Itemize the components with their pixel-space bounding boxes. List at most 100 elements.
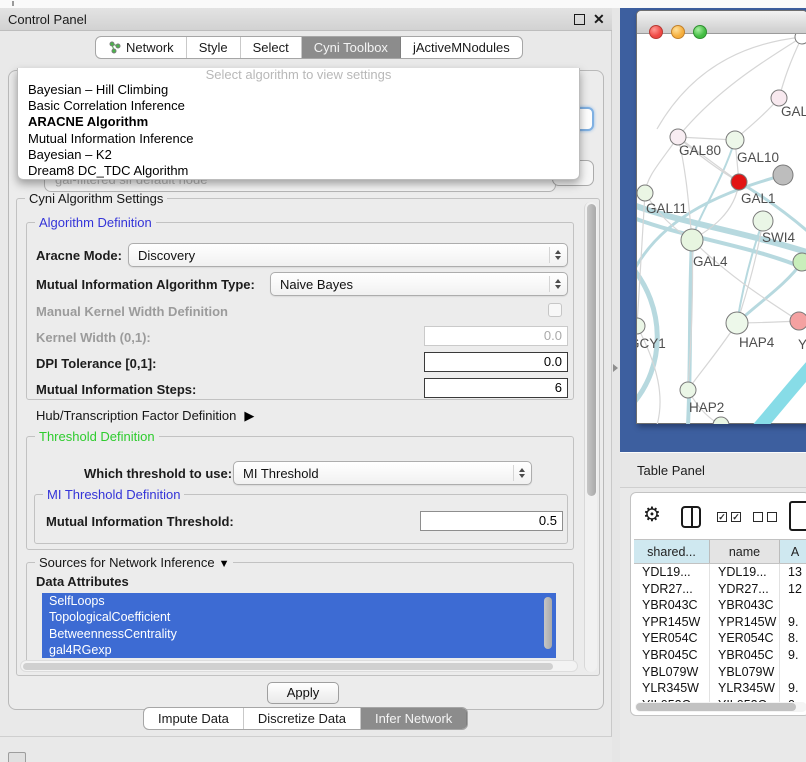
- which-threshold-combo[interactable]: MI Threshold: [233, 461, 532, 485]
- top-tick: [12, 1, 14, 6]
- node-label: HAP2: [689, 400, 724, 415]
- attribute-item-selected[interactable]: SelfLoops: [42, 593, 556, 609]
- network-node-gal4[interactable]: [681, 229, 703, 251]
- tab-style[interactable]: Style: [187, 37, 241, 58]
- tab-infer-network[interactable]: Infer Network: [361, 708, 467, 729]
- algorithm-option-selected[interactable]: ARACNE Algorithm: [18, 114, 579, 130]
- tab-select[interactable]: Select: [241, 37, 302, 58]
- node-label: GAL80: [679, 143, 721, 158]
- network-window-titlebar[interactable]: [637, 11, 806, 34]
- attribute-item-selected[interactable]: TopologicalCoefficient: [42, 609, 556, 625]
- table-row[interactable]: YDL19...YDL19...13: [634, 564, 806, 581]
- aracne-mode-label: Aracne Mode:: [36, 248, 122, 263]
- settings-hscrollbar-thumb[interactable]: [23, 663, 553, 670]
- data-attributes-label: Data Attributes: [36, 574, 129, 589]
- table-row[interactable]: YBR045CYBR045C9.: [634, 647, 806, 664]
- algorithm-option[interactable]: Mutual Information Inference: [18, 131, 579, 147]
- algorithm-option[interactable]: Bayesian – K2: [18, 147, 579, 163]
- control-panel-title: Control Panel: [8, 12, 87, 27]
- split-divider[interactable]: [612, 8, 620, 762]
- tab-jactivemnodules[interactable]: jActiveMNodules: [401, 37, 522, 58]
- node-label: SWI4: [762, 230, 795, 245]
- algorithm-option[interactable]: Basic Correlation Inference: [18, 98, 579, 114]
- algorithm-option[interactable]: Dream8 DC_TDC Algorithm: [18, 163, 579, 179]
- network-node-swi4[interactable]: [753, 211, 773, 231]
- network-node-gal11[interactable]: [637, 185, 653, 201]
- table-hscrollbar-thumb[interactable]: [636, 703, 796, 711]
- mi-algorithm-type-combo[interactable]: Naive Bayes: [270, 272, 568, 296]
- attribute-item-selected[interactable]: gal4RGexp: [42, 642, 556, 658]
- float-window-icon[interactable]: [574, 14, 585, 25]
- network-canvas[interactable]: GAL GAL80 GAL10 GAL1 GAL11 GAL4 SWI4 GCY…: [637, 34, 806, 424]
- column-header-shared-name[interactable]: shared...: [634, 540, 710, 563]
- application-root: Control Panel ✕ Network Style Select Cyn…: [0, 0, 806, 762]
- deselect-all-checkbox-icon[interactable]: [753, 512, 763, 522]
- gear-icon[interactable]: ⚙: [643, 505, 661, 525]
- tab-impute-data[interactable]: Impute Data: [144, 708, 244, 729]
- network-node-hap2[interactable]: [680, 382, 696, 398]
- algorithm-dropdown-popup: Select algorithm to view settings Bayesi…: [17, 68, 580, 180]
- table-row[interactable]: YDR27...YDR27...12: [634, 581, 806, 598]
- stepper-arrows-icon: [549, 247, 565, 263]
- algorithm-option[interactable]: Bayesian – Hill Climbing: [18, 82, 579, 98]
- network-node-gray[interactable]: [773, 165, 793, 185]
- network-node-hap4[interactable]: [726, 312, 748, 334]
- table-row[interactable]: YBR043CYBR043C: [634, 597, 806, 614]
- kernel-width-field[interactable]: 0.0: [424, 326, 568, 346]
- network-edge: [678, 37, 802, 137]
- table-card: ⚙ ✓ ✓ shared... name A YDL19...YDL19...1…: [630, 492, 806, 716]
- top-strip: [0, 0, 806, 8]
- select-all-checkbox-icon[interactable]: ✓: [717, 512, 727, 522]
- kernel-width-label: Kernel Width (0,1):: [36, 330, 151, 345]
- mi-steps-field[interactable]: 6: [424, 378, 568, 398]
- close-icon[interactable]: ✕: [593, 11, 605, 28]
- mi-steps-label: Mutual Information Steps:: [36, 382, 196, 397]
- network-node-gal1-selected[interactable]: [731, 174, 747, 190]
- settings-scrollbar-thumb[interactable]: [587, 204, 596, 496]
- collapse-down-icon[interactable]: ▼: [219, 558, 230, 570]
- control-panel-tabbar: Network Style Select Cyni Toolbox jActiv…: [95, 36, 523, 59]
- network-node[interactable]: [713, 417, 729, 424]
- column-header-name[interactable]: name: [710, 540, 780, 563]
- tab-cyni-toolbox[interactable]: Cyni Toolbox: [302, 37, 401, 58]
- settings-hscrollbar-track[interactable]: [20, 660, 578, 672]
- export-table-icon[interactable]: [789, 501, 806, 531]
- dpi-tolerance-field[interactable]: 0.0: [424, 352, 568, 372]
- select-all-checkbox-icon[interactable]: ✓: [731, 512, 741, 522]
- network-node-salmon[interactable]: [790, 312, 806, 330]
- expand-right-icon[interactable]: ▶: [244, 408, 254, 423]
- network-edge: [645, 137, 678, 193]
- which-threshold-value: MI Threshold: [234, 466, 513, 481]
- tool-panel-mini-icon[interactable]: [8, 752, 26, 762]
- table-hscrollbar-track[interactable]: [635, 702, 806, 712]
- algorithm-definition-title: Algorithm Definition: [35, 215, 156, 230]
- node-label: GCY1: [637, 336, 666, 351]
- manual-kernel-width-checkbox[interactable]: [548, 303, 562, 317]
- divider-collapse-icon[interactable]: [613, 364, 618, 372]
- mi-threshold-field[interactable]: 0.5: [420, 511, 563, 531]
- network-edge: [779, 37, 802, 98]
- table-row[interactable]: YPR145WYPR145W9.: [634, 614, 806, 631]
- table-row[interactable]: YLR345WYLR345W9.: [634, 680, 806, 697]
- table-row[interactable]: YER054CYER054C8.: [634, 630, 806, 647]
- columns-icon[interactable]: [681, 506, 701, 528]
- network-node-gal10[interactable]: [726, 131, 744, 149]
- deselect-all-checkbox-icon[interactable]: [767, 512, 777, 522]
- network-view-window[interactable]: GAL GAL80 GAL10 GAL1 GAL11 GAL4 SWI4 GCY…: [636, 10, 806, 424]
- column-header-partial[interactable]: A: [780, 540, 806, 563]
- attribute-item-selected[interactable]: BetweennessCentrality: [42, 626, 556, 642]
- hub-definition-expander[interactable]: Hub/Transcription Factor Definition▶: [36, 408, 254, 424]
- stepper-arrows-icon: [549, 276, 565, 292]
- apply-button[interactable]: Apply: [267, 682, 339, 704]
- table-row[interactable]: YBL079WYBL079W: [634, 664, 806, 681]
- network-node[interactable]: [793, 253, 806, 271]
- network-node-gcy1[interactable]: [637, 318, 645, 334]
- network-node[interactable]: [795, 34, 806, 44]
- tab-network[interactable]: Network: [96, 37, 187, 58]
- settings-scrollbar-track[interactable]: [584, 202, 597, 672]
- attributes-scrollbar-thumb[interactable]: [544, 597, 552, 649]
- aracne-mode-combo[interactable]: Discovery: [128, 243, 568, 267]
- tab-discretize-data[interactable]: Discretize Data: [244, 708, 361, 729]
- network-icon: [108, 41, 121, 54]
- sources-title: Sources for Network Inference▼: [35, 555, 233, 570]
